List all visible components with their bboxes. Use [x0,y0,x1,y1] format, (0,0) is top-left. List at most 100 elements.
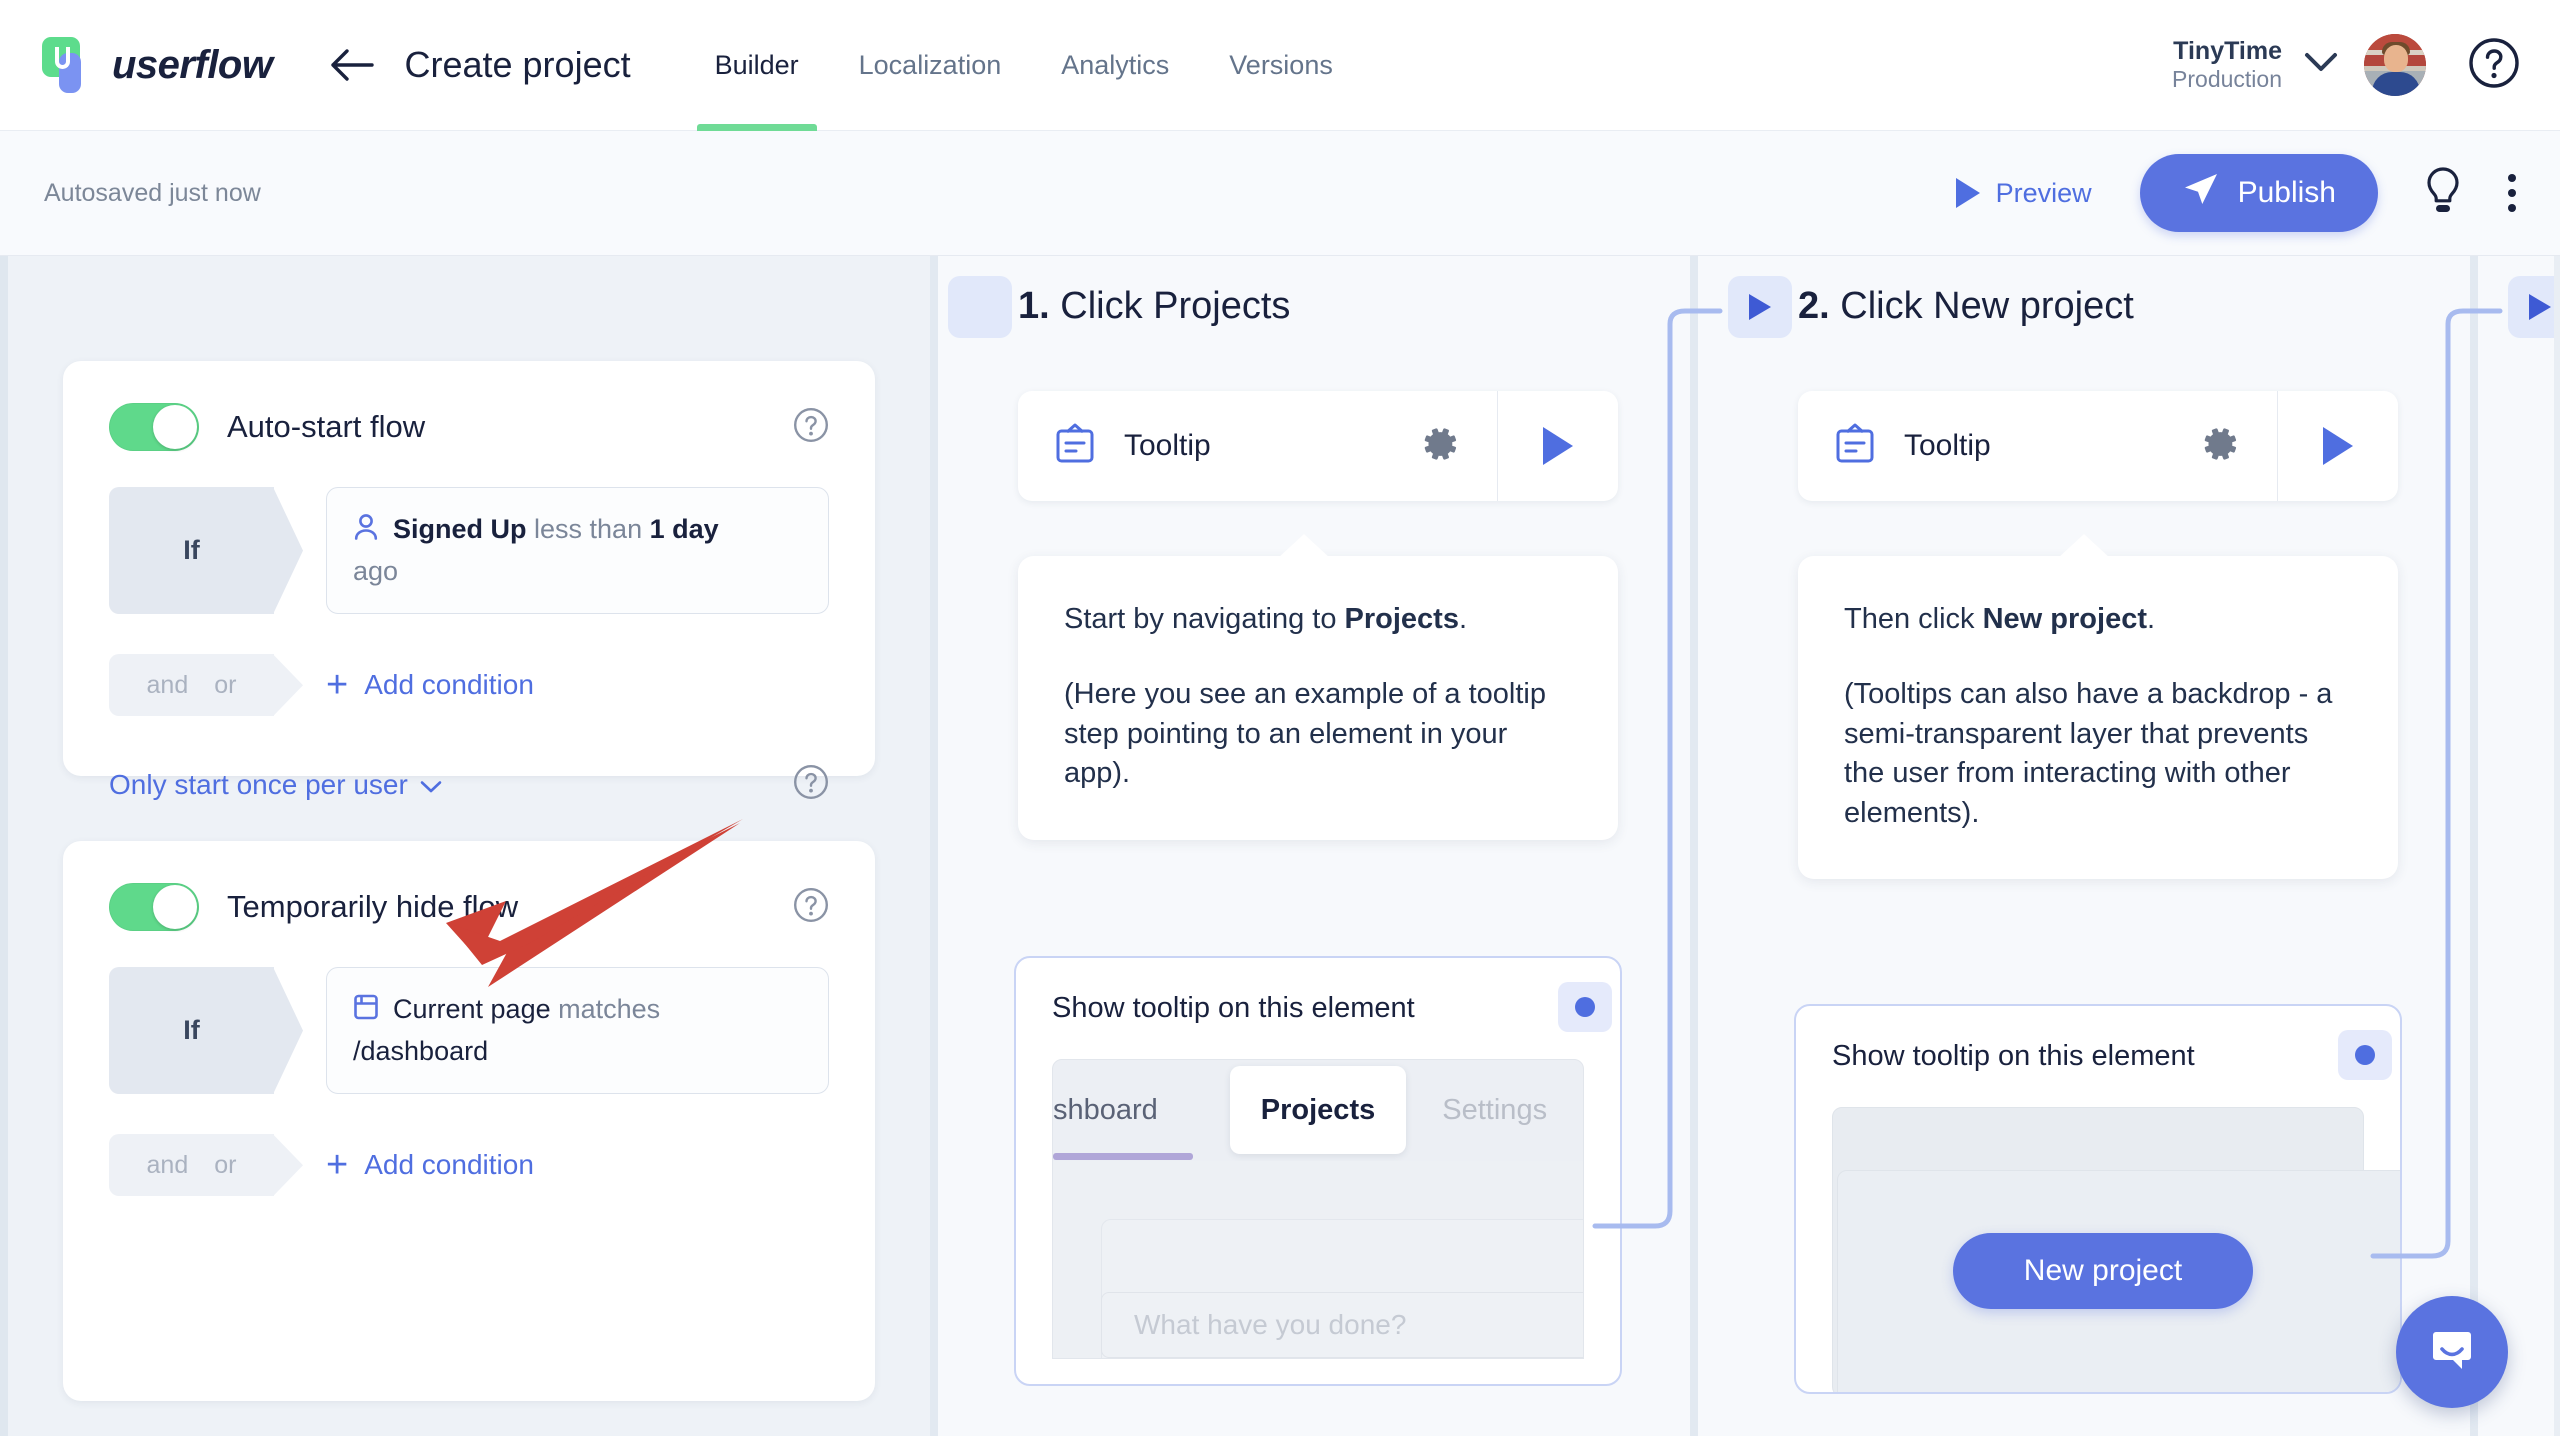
play-icon [1955,178,1980,208]
step-1-header: 1. Click Projects [938,256,1668,356]
preview-body: What have you done? [1053,1161,1583,1358]
step-2-type-label: Tooltip [1904,429,1991,462]
kebab-menu-icon[interactable] [2508,174,2516,212]
flow-step-1: 1. Click Projects Tooltip Start by navig… [938,256,1668,1436]
help-circle-icon[interactable] [793,764,829,805]
add-condition-button[interactable]: + Add condition [326,1134,534,1196]
canvas-right-edge [2554,256,2560,1436]
gear-icon[interactable] [2201,425,2239,468]
column-divider [930,256,938,1436]
hide-flow-add-row: and or + Add condition [109,1134,829,1197]
add-condition-label: Add condition [364,1149,534,1181]
step-1-output-port[interactable] [1558,982,1612,1032]
preview-input-placeholder: What have you done? [1101,1292,1583,1358]
and-or-chip: and or [109,654,274,717]
step-2-play-button[interactable] [2278,427,2398,465]
condition-value: 1 day [649,514,719,544]
toolbar-actions: Preview Publish [1955,154,2516,232]
editor-toolbar: Autosaved just now Preview Publish [0,131,2560,256]
flow-step-2: 2. Click New project Tooltip Then click … [1718,256,2448,1436]
publish-button[interactable]: Publish [2139,154,2378,232]
tab-localization[interactable]: Localization [829,0,1032,131]
userflow-wordmark: userflow [112,42,273,87]
start-frequency-row: Only start once per user [63,764,875,805]
gear-icon[interactable] [1421,425,1459,468]
plus-icon: + [326,663,349,706]
help-circle-icon[interactable] [793,887,829,928]
arrow-head-icon [2529,294,2551,320]
step-1-type-card: Tooltip [1018,391,1618,501]
arrow-head-icon [1749,294,1771,320]
step-2-tooltip-preview[interactable]: Then click New project. (Tooltips can al… [1798,533,2398,880]
tab-analytics[interactable]: Analytics [1031,0,1199,131]
preview-tab-dashboard: shboard [1053,1093,1158,1126]
preview-tab-settings: Settings [1442,1093,1548,1126]
step-2-entry-anchor [1728,276,1792,338]
flow-step-3-placeholder [2498,256,2560,1436]
and-option[interactable]: and [147,1151,189,1180]
publish-label: Publish [2237,176,2336,209]
plus-icon: + [326,1143,349,1186]
temporarily-hide-flow-panel: Temporarily hide flow If Current page ma… [63,841,875,1401]
step-2-type-card: Tooltip [1798,391,2398,501]
condition-subject: Signed Up [393,514,527,544]
step-1-title[interactable]: 1. Click Projects [1018,285,1290,328]
step-2-bubble-line-2: (Tooltips can also have a backdrop - a s… [1844,678,2333,829]
help-circle-icon[interactable] [793,407,829,448]
preview-tab-bar: shboard Projects Settings [1053,1060,1583,1160]
step-1-play-button[interactable] [1498,427,1618,465]
tab-builder[interactable]: Builder [685,0,829,131]
preview-button[interactable]: Preview [1955,178,2092,209]
or-option[interactable]: or [214,1151,236,1180]
tab-versions[interactable]: Versions [1199,0,1363,131]
step-1-bubble-line-2: (Here you see an example of a tooltip st… [1064,678,1546,790]
auto-start-condition-row: If Signed Up less than 1 day ago [109,487,829,615]
chevron-down-icon [420,769,442,801]
step-1-target-title: Show tooltip on this element [1052,992,1415,1024]
or-option[interactable]: or [214,671,236,700]
step-1-bubble-line-1: Start by navigating to Projects. [1064,603,1468,635]
start-frequency-select[interactable]: Only start once per user [109,769,442,801]
auto-start-title: Auto-start flow [227,409,426,444]
step-1-app-preview: shboard Projects Settings What have you … [1052,1059,1584,1359]
canvas-left-edge [0,256,8,1436]
flow-steps-area: 1. Click Projects Tooltip Start by navig… [930,256,2560,1436]
step-1-number: 1. [1018,284,1050,327]
builder-canvas: Auto-start flow If Signed Up less than 1… [0,256,2560,1436]
condition-signed-up[interactable]: Signed Up less than 1 day ago [326,487,829,615]
hide-flow-toggle[interactable] [109,883,199,931]
step-1-type-label: Tooltip [1124,429,1211,462]
chevron-down-icon[interactable] [2304,52,2338,79]
auto-start-toggle[interactable] [109,403,199,451]
add-condition-button[interactable]: + Add condition [326,654,534,716]
and-or-chip: and or [109,1134,274,1197]
condition-value: /dashboard [353,1036,489,1067]
lightbulb-icon[interactable] [2424,166,2462,221]
if-chip: If [109,487,274,615]
chat-bubble-icon[interactable] [2396,1296,2508,1408]
page-title: Create project [404,44,631,85]
auto-start-add-row: and or + Add condition [109,654,829,717]
condition-subject: Current page [393,994,551,1024]
preview-tab-projects: Projects [1229,1066,1407,1154]
step-2-target-title: Show tooltip on this element [1832,1040,2195,1072]
preview-tab-underline [1053,1153,1193,1160]
step-1-tooltip-preview[interactable]: Start by navigating to Projects. (Here y… [1018,534,1618,840]
step-2-header: 2. Click New project [1718,256,2448,356]
avatar[interactable] [2364,34,2426,96]
step-1-target-card[interactable]: Show tooltip on this element shboard Pro… [1014,956,1622,1386]
back-arrow-icon[interactable] [330,43,375,87]
step-2-bubble-line-1: Then click New project. [1844,603,2156,635]
help-circle-icon[interactable] [2468,37,2520,94]
and-option[interactable]: and [147,671,189,700]
step-2-output-port[interactable] [2338,1030,2392,1080]
condition-operator: matches [558,994,661,1024]
step-2-app-preview: New project [1832,1107,2400,1392]
hide-flow-title: Temporarily hide flow [227,889,519,924]
condition-current-page[interactable]: Current page matches /dashboard [326,967,829,1095]
step-2-title[interactable]: 2. Click New project [1798,285,2134,328]
userflow-logo[interactable]: userflow [42,37,273,93]
environment-switcher[interactable]: TinyTime Production [2172,37,2282,92]
person-icon [353,513,379,552]
step-2-target-card[interactable]: Show tooltip on this element New project [1794,1004,2402,1394]
